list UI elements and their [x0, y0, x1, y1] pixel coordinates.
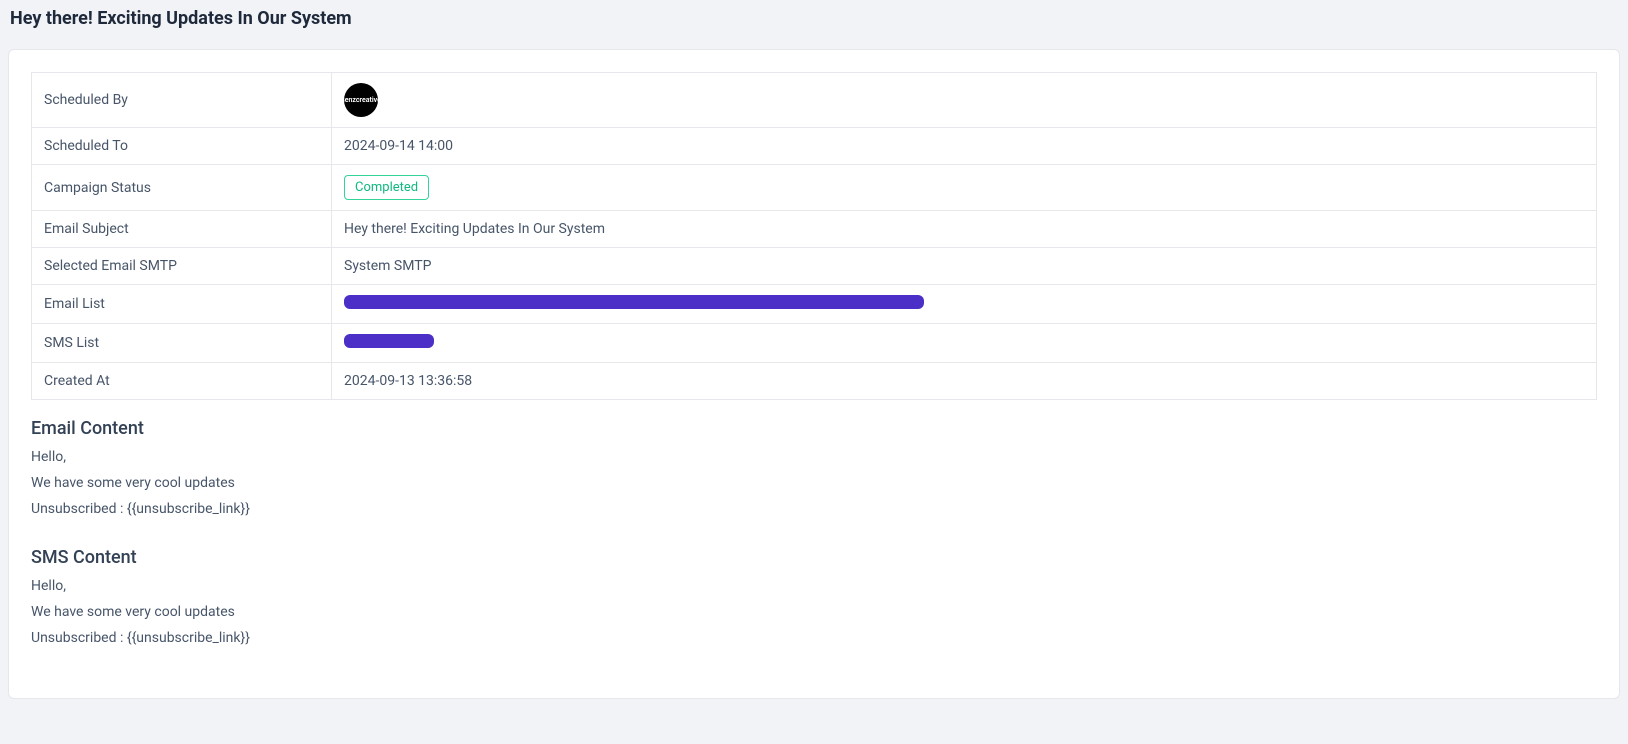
value-created-at: 2024-09-13 13:36:58 [332, 363, 1597, 400]
label-email-list: Email List [32, 285, 332, 324]
table-row: Email List [32, 285, 1597, 324]
email-line: Hello, [31, 449, 1597, 465]
page-title: Hey there! Exciting Updates In Our Syste… [8, 8, 1620, 29]
table-row: Created At 2024-09-13 13:36:58 [32, 363, 1597, 400]
table-row: Scheduled By senzcreative [32, 73, 1597, 128]
label-campaign-status: Campaign Status [32, 165, 332, 211]
label-sms-list: SMS List [32, 324, 332, 363]
table-row: SMS List [32, 324, 1597, 363]
label-email-subject: Email Subject [32, 211, 332, 248]
email-line: We have some very cool updates [31, 475, 1597, 491]
sms-line: Unsubscribed : {{unsubscribe_link}} [31, 630, 1597, 646]
label-created-at: Created At [32, 363, 332, 400]
value-email-list [332, 285, 1597, 324]
email-line: Unsubscribed : {{unsubscribe_link}} [31, 501, 1597, 517]
table-row: Scheduled To 2024-09-14 14:00 [32, 128, 1597, 165]
sms-content-heading: SMS Content [31, 547, 1597, 568]
redacted-icon [344, 334, 434, 348]
sms-line: We have some very cool updates [31, 604, 1597, 620]
label-scheduled-by: Scheduled By [32, 73, 332, 128]
status-badge: Completed [344, 175, 429, 200]
value-sms-list [332, 324, 1597, 363]
sms-line: Hello, [31, 578, 1597, 594]
avatar: senzcreative [344, 83, 378, 117]
table-row: Selected Email SMTP System SMTP [32, 248, 1597, 285]
value-email-subject: Hey there! Exciting Updates In Our Syste… [332, 211, 1597, 248]
label-scheduled-to: Scheduled To [32, 128, 332, 165]
detail-table: Scheduled By senzcreative Scheduled To 2… [31, 72, 1597, 400]
value-selected-smtp: System SMTP [332, 248, 1597, 285]
value-campaign-status: Completed [332, 165, 1597, 211]
sms-content-block: Hello, We have some very cool updates Un… [31, 578, 1597, 646]
value-scheduled-to: 2024-09-14 14:00 [332, 128, 1597, 165]
campaign-detail-card: Scheduled By senzcreative Scheduled To 2… [8, 49, 1620, 699]
email-content-block: Hello, We have some very cool updates Un… [31, 449, 1597, 517]
table-row: Campaign Status Completed [32, 165, 1597, 211]
redacted-icon [344, 295, 924, 309]
label-selected-smtp: Selected Email SMTP [32, 248, 332, 285]
table-row: Email Subject Hey there! Exciting Update… [32, 211, 1597, 248]
email-content-heading: Email Content [31, 418, 1597, 439]
value-scheduled-by: senzcreative [332, 73, 1597, 128]
